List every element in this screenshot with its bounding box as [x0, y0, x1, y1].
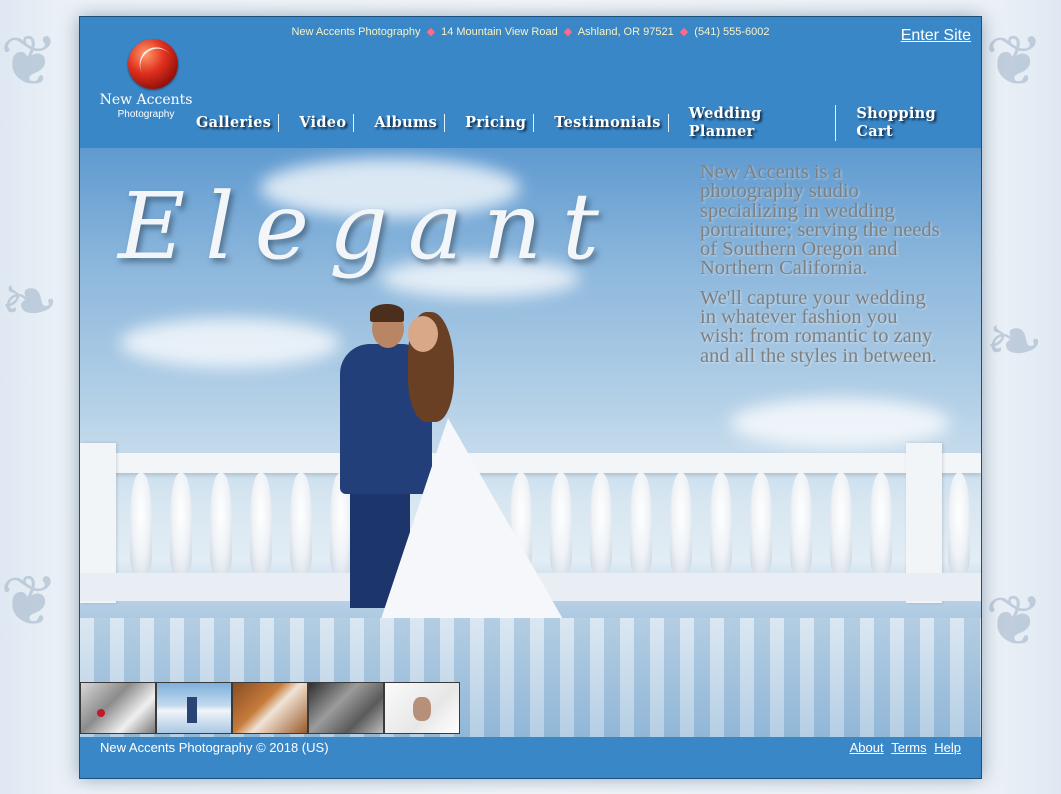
contact-phone: (541) 555-6002 — [694, 26, 770, 38]
background-swirl-decoration: ❧ — [985, 300, 1044, 382]
baluster — [710, 473, 732, 573]
hero-description: New Accents is a photography studio spec… — [700, 161, 945, 376]
baluster — [948, 473, 970, 573]
baluster — [630, 473, 652, 573]
thumbnail[interactable] — [80, 682, 156, 734]
nav-item-wedding-planner[interactable]: Wedding Planner — [669, 105, 837, 141]
contact-city: Ashland, OR 97521 — [577, 26, 674, 38]
background-swirl-decoration: ❧ — [0, 260, 59, 342]
thumbnail[interactable] — [156, 682, 232, 734]
baluster — [590, 473, 612, 573]
nav-item-albums[interactable]: Albums — [354, 114, 446, 132]
groom-hair — [370, 304, 404, 322]
baluster — [130, 473, 152, 573]
hero-paragraph: We'll capture your wedding in whatever f… — [700, 286, 937, 367]
diamond-separator-icon: ◆ — [563, 26, 573, 38]
background-swirl-decoration: ❦ — [0, 20, 59, 102]
baluster — [830, 473, 852, 573]
logo-orb-icon — [128, 39, 178, 89]
background-swirl-decoration: ❦ — [0, 560, 59, 642]
logo[interactable]: New Accents Photography — [94, 37, 194, 120]
footer: New Accents Photography © 2018 (US) Abou… — [80, 737, 981, 778]
footer-link-about[interactable]: About — [850, 740, 884, 755]
site-frame: New Accents Photography New Accents Phot… — [79, 16, 982, 779]
enter-site-link[interactable]: Enter Site — [901, 27, 971, 45]
thumbnail[interactable] — [308, 682, 384, 734]
nav-item-galleries[interactable]: Galleries — [188, 114, 280, 132]
hero-image: Elegant New Accents is a photography stu… — [80, 148, 981, 737]
contact-address: 14 Mountain View Road — [441, 26, 558, 38]
nav-item-pricing[interactable]: Pricing — [445, 114, 535, 132]
logo-subtitle: Photography — [117, 109, 175, 120]
cloud-decoration — [730, 398, 950, 448]
diamond-separator-icon: ◆ — [679, 26, 689, 38]
baluster — [250, 473, 272, 573]
baluster — [170, 473, 192, 573]
background-swirl-decoration: ❦ — [985, 20, 1044, 102]
thumbnail[interactable] — [384, 682, 460, 734]
thumbnail-strip — [80, 682, 460, 734]
nav-item-video[interactable]: Video — [279, 114, 355, 132]
nav-item-shopping-cart[interactable]: Shopping Cart — [836, 105, 981, 141]
cloud-decoration — [120, 318, 340, 368]
bride-dress — [378, 418, 568, 628]
thumbnail[interactable] — [232, 682, 308, 734]
contact-business: New Accents Photography — [291, 26, 421, 38]
baluster — [870, 473, 892, 573]
copyright-text: New Accents Photography © 2018 (US) — [100, 740, 329, 755]
baluster — [790, 473, 812, 573]
nav-item-testimonials[interactable]: Testimonials — [534, 114, 669, 132]
header: New Accents Photography New Accents Phot… — [80, 17, 981, 148]
hero-headline: Elegant — [118, 173, 619, 280]
diamond-separator-icon: ◆ — [426, 26, 436, 38]
baluster — [210, 473, 232, 573]
main-nav: Galleries Video Albums Pricing Testimoni… — [188, 105, 981, 141]
footer-link-help[interactable]: Help — [934, 740, 961, 755]
footer-link-terms[interactable]: Terms — [891, 740, 926, 755]
baluster — [670, 473, 692, 573]
hero-paragraph: New Accents is a photography studio spec… — [700, 161, 940, 280]
couple-illustration — [320, 298, 570, 638]
background-swirl-decoration: ❦ — [985, 580, 1044, 662]
footer-links: About Terms Help — [846, 740, 961, 755]
baluster — [290, 473, 312, 573]
baluster — [750, 473, 772, 573]
logo-name: New Accents — [99, 92, 193, 108]
bride-head — [408, 316, 438, 352]
contact-line: New Accents Photography ◆ 14 Mountain Vi… — [80, 25, 981, 38]
